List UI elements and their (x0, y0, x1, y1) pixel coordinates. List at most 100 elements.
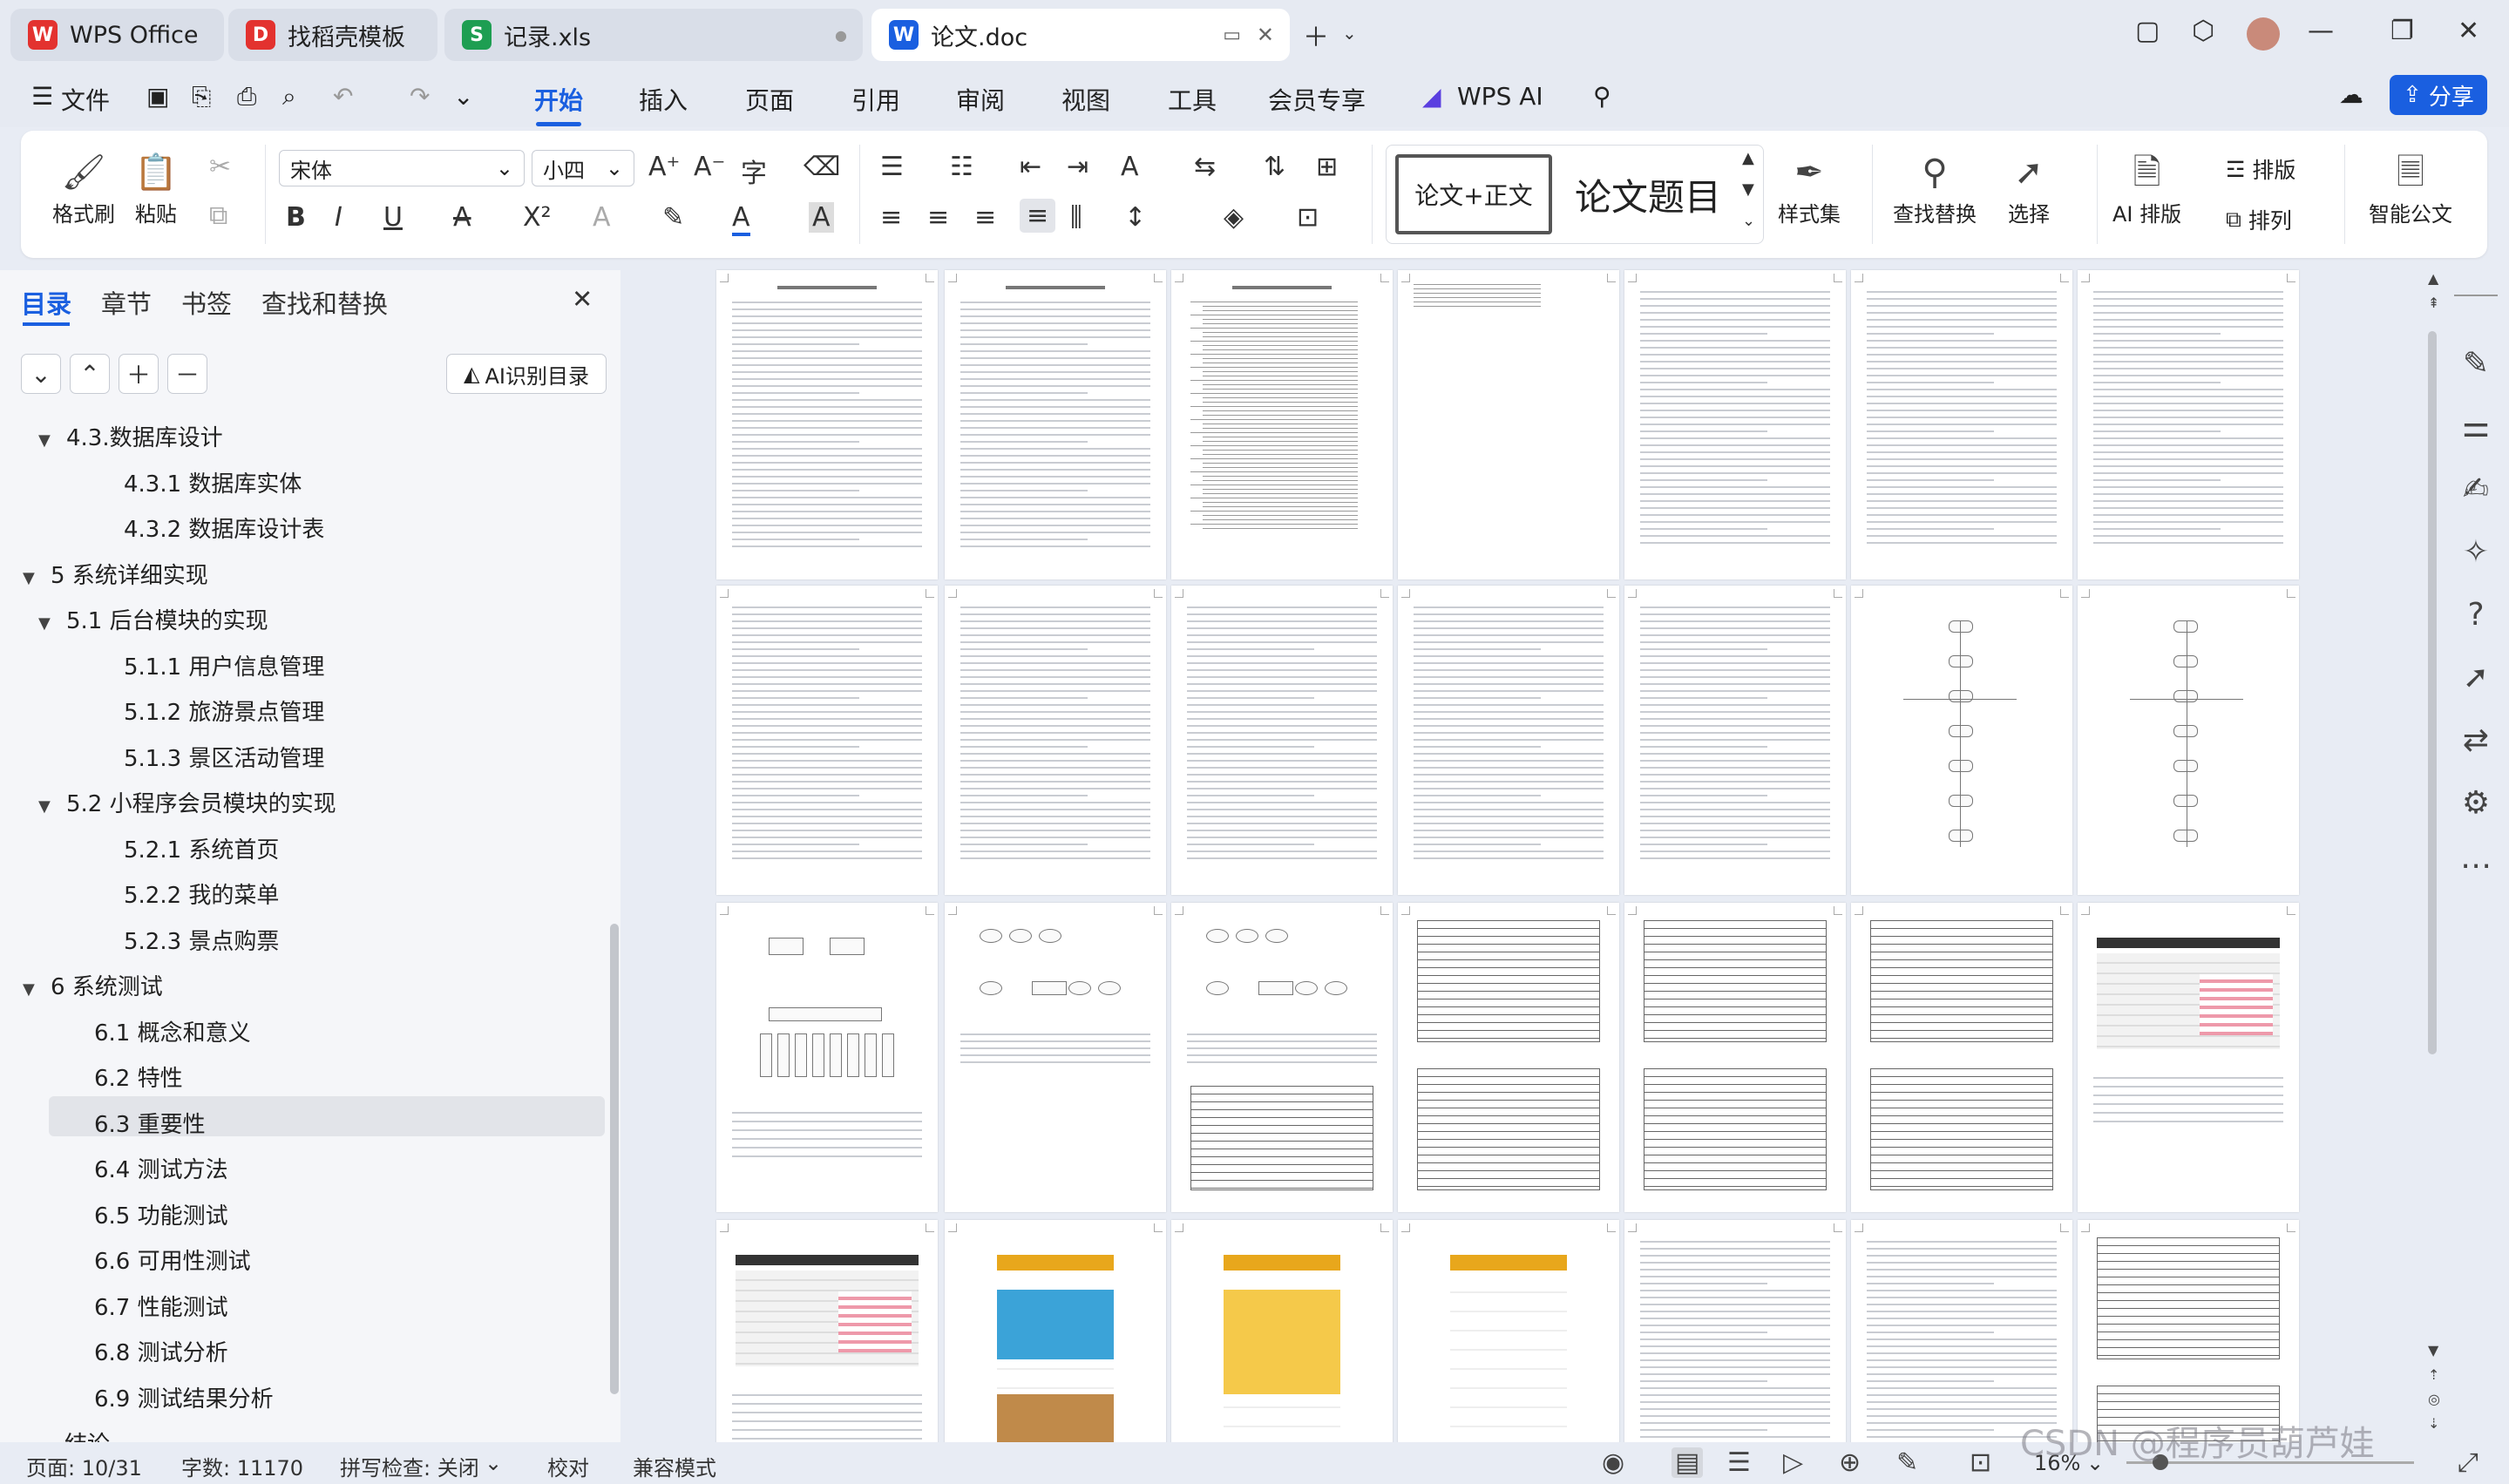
page-thumbnail[interactable] (2078, 903, 2299, 1212)
page-thumbnail[interactable] (945, 586, 1166, 895)
toc-item[interactable]: 6.2 特性 (94, 1060, 183, 1093)
expand-toggle-icon[interactable]: ▼ (23, 980, 51, 999)
toc-item[interactable]: 6.1 概念和意义 (94, 1015, 251, 1047)
toc-item[interactable]: ▼ 6 系统测试 (23, 969, 163, 1001)
print-icon[interactable]: ⎙ (237, 82, 256, 112)
toc-item[interactable]: 4.3.2 数据库设计表 (124, 512, 324, 544)
font-size-select[interactable]: 小四 ⌄ (532, 150, 634, 186)
page-thumbnail[interactable] (716, 1220, 938, 1442)
web-view-icon[interactable]: ⊕ (1839, 1447, 1861, 1478)
line-spacing-icon[interactable]: ↕ (1124, 202, 1146, 233)
add-heading-button[interactable]: ＋ (119, 354, 159, 394)
toc-item[interactable]: 6.3 重要性 (94, 1107, 206, 1139)
underline-icon[interactable]: U (383, 202, 403, 233)
copy-icon[interactable]: ⧉ (209, 200, 227, 231)
menu-review[interactable]: 审阅 (956, 82, 1005, 117)
cube-icon[interactable]: ⬡ (2192, 16, 2214, 46)
scroll-up-icon[interactable]: ▲ (2428, 270, 2438, 287)
remove-heading-button[interactable]: － (167, 354, 207, 394)
menu-wps-ai[interactable]: WPS AI (1457, 82, 1543, 111)
expand-toggle-icon[interactable]: ▼ (38, 797, 66, 816)
distribute-icon[interactable]: ⫼ (1070, 202, 1082, 233)
arrange-button[interactable]: ⧉ 排列 (2226, 204, 2292, 235)
tab-xls[interactable]: S 记录.xls ● (444, 9, 863, 61)
toc-item[interactable]: 5.2.1 系统首页 (124, 832, 279, 864)
page-thumbnail[interactable] (1851, 270, 2072, 579)
expand-toggle-icon[interactable]: ▼ (38, 614, 66, 633)
menu-file[interactable]: 文件 (61, 82, 110, 117)
doc-scroll-thumb[interactable] (2428, 331, 2437, 1054)
page-thumbnail[interactable] (716, 586, 938, 895)
style-title[interactable]: 论文题目 (1561, 154, 1735, 234)
toc-item[interactable]: ▼ 4.3.数据库设计 (38, 420, 223, 452)
toc-item[interactable]: 5.2.2 我的菜单 (124, 878, 279, 910)
more-chevron-icon[interactable]: ⌄ (453, 82, 473, 111)
more-icon[interactable]: ⋯ (2454, 844, 2498, 887)
find-replace-button[interactable]: ⚲ 查找替换 (1893, 148, 1977, 227)
smart-doc-button[interactable]: 🗏 智能公文 (2369, 148, 2452, 227)
page-thumbnail[interactable] (1171, 586, 1393, 895)
font-name-select[interactable]: 宋体 ⌄ (279, 150, 525, 186)
toc-item[interactable]: 6.5 功能测试 (94, 1198, 228, 1230)
align-center-icon[interactable]: ≡ (927, 202, 949, 233)
page-thumbnail[interactable] (1171, 903, 1393, 1212)
close-pane-icon[interactable]: ✕ (572, 284, 593, 314)
help-icon[interactable]: ? (2454, 593, 2498, 636)
toc-item[interactable]: 6.8 测试分析 (94, 1335, 228, 1367)
save-icon[interactable]: ▣ (146, 82, 169, 111)
menu-reference[interactable]: 引用 (851, 82, 900, 117)
page-thumbnail[interactable] (1398, 270, 1619, 579)
menu-page[interactable]: 页面 (745, 82, 794, 117)
scroll-up-icon[interactable]: ▲ (1742, 149, 1754, 167)
superscript-icon[interactable]: X² (523, 202, 552, 233)
increase-font-icon[interactable]: A⁺ (648, 152, 680, 182)
tab-doc[interactable]: W 论文.doc ▭ ✕ (871, 9, 1290, 61)
font-color-icon[interactable]: A (732, 202, 750, 236)
bold-icon[interactable]: B (286, 202, 306, 233)
menu-view[interactable]: 视图 (1061, 82, 1110, 117)
borders-icon[interactable]: ⊡ (1297, 202, 1319, 233)
decrease-indent-icon[interactable]: ⇤ (1020, 152, 1041, 182)
toc-item[interactable]: ▼ 5.2 小程序会员模块的实现 (38, 786, 336, 818)
page-thumbnail[interactable] (945, 1220, 1166, 1442)
cut-icon[interactable]: ✂ (209, 152, 231, 182)
pen-icon[interactable]: ✎ (2454, 342, 2498, 385)
toc-item[interactable]: 4.3.1 数据库实体 (124, 466, 302, 498)
page-thumbnail[interactable] (945, 270, 1166, 579)
toc-item[interactable]: ▼ 5 系统详细实现 (23, 558, 208, 590)
justify-icon[interactable]: ≡ (1020, 199, 1056, 233)
toc-item[interactable]: 5.1.3 景区活动管理 (124, 741, 324, 773)
tab-template[interactable]: D 找稻壳模板 (228, 9, 437, 61)
bullet-list-icon[interactable]: ☰ (880, 152, 904, 182)
page-indicator[interactable]: 页面: 10/31 (26, 1451, 142, 1481)
page-thumbnail[interactable] (1851, 586, 2072, 895)
page-thumbnail[interactable] (1624, 1220, 1846, 1442)
paste-button[interactable]: 📋 粘贴 (134, 148, 178, 227)
strikethrough-icon[interactable]: A (453, 202, 471, 233)
expand-toggle-icon[interactable]: ▼ (23, 569, 51, 587)
menu-insert[interactable]: 插入 (639, 82, 688, 117)
menu-home[interactable]: 开始 (534, 82, 583, 117)
italic-icon[interactable]: I (335, 202, 342, 233)
increase-indent-icon[interactable]: ⇥ (1067, 152, 1088, 182)
text-effect-icon[interactable]: A (593, 202, 611, 233)
collapse-up-button[interactable]: ⌃ (70, 354, 110, 394)
page-thumbnail[interactable] (1398, 586, 1619, 895)
toc-item[interactable]: 5.2.3 景点购票 (124, 924, 279, 956)
toc-item[interactable]: 6.7 性能测试 (94, 1290, 228, 1322)
page-thumbnail[interactable] (1851, 1220, 2072, 1442)
shading-icon[interactable]: ◈ (1224, 202, 1244, 233)
page-thumbnail[interactable] (2078, 586, 2299, 895)
layout-button[interactable]: ☲ 排版 (2226, 153, 2295, 185)
expand-styles-icon[interactable]: ⌄ (1742, 212, 1755, 230)
scroll-down-icon[interactable]: ▼ (2428, 1342, 2438, 1359)
word-count[interactable]: 字数: 11170 (181, 1451, 303, 1481)
doc-scrollbar[interactable]: ▲ ⇞ ▼ ⇡ ◎ ⇣ (2423, 270, 2447, 1438)
clear-format-icon[interactable]: ⌫ (804, 152, 840, 182)
page-thumbnail[interactable] (2078, 1220, 2299, 1442)
page-thumbnail[interactable] (1171, 1220, 1393, 1442)
decrease-font-icon[interactable]: A⁻ (694, 152, 725, 182)
toc-item[interactable]: 5.1.2 旅游景点管理 (124, 695, 324, 727)
phonetic-icon[interactable]: 字 (741, 152, 767, 190)
numbered-list-icon[interactable]: ☷ (950, 152, 973, 182)
